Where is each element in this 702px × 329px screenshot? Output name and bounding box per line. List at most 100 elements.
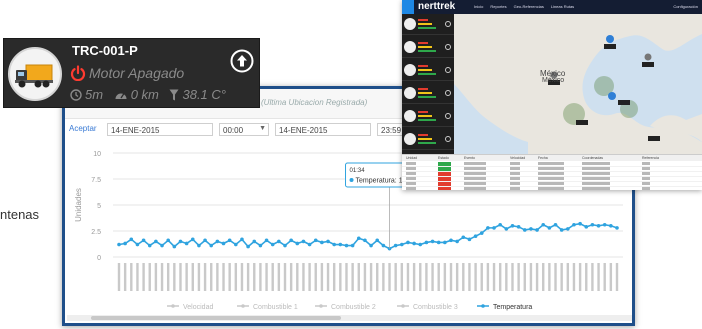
- status-dot-icon: [445, 67, 451, 73]
- x-tick-label: [591, 263, 594, 291]
- vehicle-id: TRC-001-P: [72, 43, 138, 58]
- temperature-point: [406, 240, 410, 245]
- table-cell: [538, 167, 564, 170]
- map-nav-item[interactable]: Inicio: [474, 4, 483, 9]
- truck-icon: [404, 41, 416, 53]
- temperature-point: [246, 244, 250, 249]
- x-tick-label: [554, 263, 557, 291]
- table-cell: [464, 182, 486, 185]
- legend-item: Velocidad: [183, 304, 213, 311]
- x-tick-label: [603, 263, 606, 291]
- map-nav-item[interactable]: Geo-Referencias: [514, 4, 544, 9]
- table-header-cell: Coordenadas: [582, 156, 604, 160]
- table-cell: [464, 177, 486, 180]
- x-tick-label: [376, 263, 379, 291]
- table-cell: [582, 187, 610, 190]
- table-cell: [406, 172, 416, 175]
- vehicle-card[interactable]: TRC-001-P Motor Apagado 5m 0 km 38.1 C°: [3, 38, 260, 108]
- temperature-point: [184, 241, 189, 246]
- accept-button[interactable]: Aceptar: [69, 124, 97, 133]
- temperature-point: [172, 244, 177, 249]
- sidebar-vehicle-item[interactable]: [402, 60, 454, 81]
- table-cell: [464, 187, 486, 190]
- map-nav-item[interactable]: Reportes: [490, 4, 506, 9]
- x-tick-label: [566, 263, 570, 291]
- x-tick-label: [505, 263, 508, 291]
- x-tick-label: [216, 263, 219, 291]
- x-tick-label: [511, 263, 514, 291]
- sidebar-vehicle-item[interactable]: [402, 129, 454, 150]
- temperature-point: [590, 222, 595, 227]
- map-nav-right-item[interactable]: Configuración: [673, 4, 698, 9]
- x-tick-label: [210, 263, 213, 291]
- status-badge: [438, 187, 451, 190]
- temperature-point: [596, 224, 601, 228]
- x-tick-label: [339, 263, 342, 291]
- map-nav-right: Configuración: [667, 4, 698, 9]
- truck-icon: [404, 18, 416, 30]
- map-canvas[interactable]: México México: [454, 14, 702, 154]
- menu-icon[interactable]: [402, 0, 414, 14]
- sensor-bars: [418, 42, 440, 54]
- x-tick-label: [166, 263, 170, 291]
- engine-status-text: Motor Apagado: [89, 65, 185, 81]
- x-tick-label: [437, 263, 440, 291]
- start-time-select[interactable]: 00:00 ▼: [219, 123, 269, 136]
- temperature-point: [381, 243, 386, 248]
- table-cell: [406, 177, 416, 180]
- temperature-point: [430, 239, 435, 244]
- temperature-point: [529, 227, 533, 231]
- sidebar-vehicle-item[interactable]: [402, 14, 454, 35]
- temperature-point: [270, 242, 275, 247]
- table-cell: [582, 177, 610, 180]
- tooltip-header: 01:34: [350, 168, 366, 174]
- clock-icon: [70, 89, 82, 101]
- end-date-input[interactable]: 14-ENE-2015: [275, 123, 371, 136]
- table-cell: [538, 177, 564, 180]
- x-tick-label: [357, 263, 360, 291]
- x-tick-label: [535, 263, 539, 291]
- sidebar-vehicle-item[interactable]: [402, 83, 454, 104]
- map-nav-item[interactable]: Lineas Rutas: [551, 4, 574, 9]
- x-tick-label: [529, 263, 533, 291]
- temperature-point: [258, 243, 263, 248]
- x-tick-label: [412, 263, 416, 291]
- chart-scroll-thumb[interactable]: [91, 316, 341, 320]
- temperature-point: [369, 243, 373, 248]
- x-tick-label: [615, 263, 619, 291]
- table-row[interactable]: [402, 187, 702, 190]
- table-cell: [510, 167, 520, 170]
- x-tick-label: [455, 263, 459, 291]
- table-header-cell: Estado: [438, 156, 449, 160]
- x-tick-label: [382, 263, 385, 291]
- x-tick-label: [345, 263, 348, 291]
- x-tick-label: [492, 263, 496, 291]
- temperature-point: [615, 226, 619, 230]
- map-label-mexico-city: México: [542, 77, 565, 84]
- table-cell: [406, 162, 416, 165]
- temperature-point: [473, 234, 478, 238]
- start-date-input[interactable]: 14-ENE-2015: [107, 123, 213, 136]
- sidebar-vehicle-item[interactable]: [402, 106, 454, 127]
- table-cell: [464, 172, 486, 175]
- table-cell: [510, 172, 520, 175]
- temperature-point: [609, 224, 613, 228]
- x-tick-label: [179, 263, 182, 291]
- temperature-point: [522, 228, 527, 232]
- table-cell: [582, 167, 610, 170]
- x-tick-label: [431, 263, 434, 291]
- temperature-point: [375, 238, 380, 243]
- arrow-up-circle-icon[interactable]: [230, 49, 254, 73]
- x-tick-label: [314, 263, 317, 291]
- chart-window-title: (Ultima Ubicacion Registrada): [261, 98, 368, 107]
- temperature-point: [424, 240, 429, 245]
- temperature-point: [436, 240, 441, 245]
- temperature-point: [393, 243, 398, 248]
- chart-scrollbar[interactable]: [67, 315, 632, 321]
- temperature-point: [277, 239, 281, 244]
- x-tick-label: [197, 263, 201, 291]
- y-tick-label: 0: [97, 255, 101, 262]
- status-dot-icon: [445, 136, 451, 142]
- sidebar-vehicle-item[interactable]: [402, 37, 454, 58]
- temperature-point: [572, 222, 576, 227]
